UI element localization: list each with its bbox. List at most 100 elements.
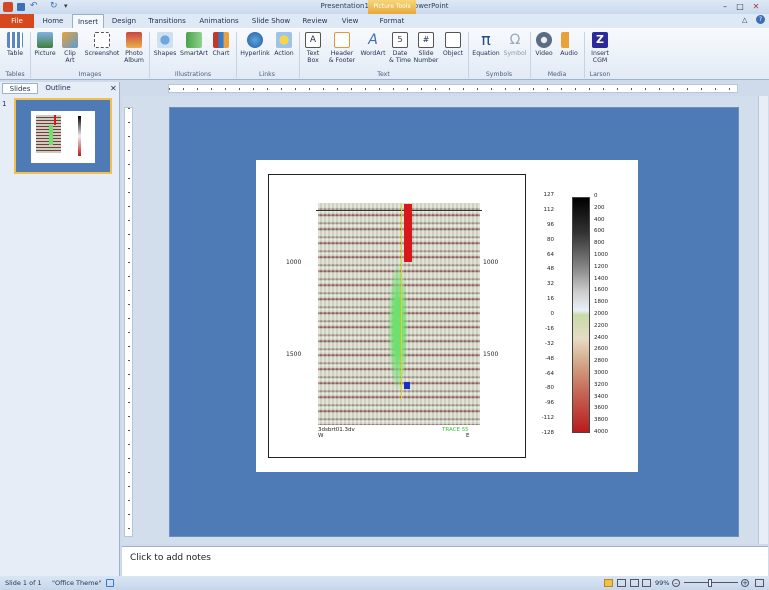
insert-cgm-button[interactable]: Z Insert CGM bbox=[587, 32, 613, 70]
tab-view[interactable]: View bbox=[336, 14, 364, 28]
colorbar-left-label-16: -128 bbox=[541, 430, 554, 436]
depth-label-left-1000: 1000 bbox=[286, 259, 302, 266]
slide-count: Slide 1 of 1 bbox=[5, 579, 42, 587]
colorbar-left-label-6: 32 bbox=[547, 281, 554, 288]
reading-view-icon[interactable] bbox=[630, 579, 639, 587]
symbol-button[interactable]: Ω Symbol bbox=[502, 32, 528, 70]
colorbar-right-label-1: 200 bbox=[594, 204, 605, 211]
direction-east: E bbox=[466, 433, 470, 439]
photo-album-icon bbox=[126, 32, 142, 48]
ribbon-separator bbox=[149, 32, 150, 78]
colorbar-right-scale: 0 200 400 600 800 1000 1200 1400 1600 1800 2000 220… bbox=[594, 193, 618, 435]
video-icon bbox=[536, 32, 552, 48]
help-icon[interactable]: ? bbox=[756, 15, 765, 24]
screenshot-icon bbox=[94, 32, 110, 48]
colorbar-right-label-3: 600 bbox=[594, 228, 605, 235]
smartart-button[interactable]: SmartArt bbox=[179, 32, 209, 70]
depth-label-right-1500: 1500 bbox=[483, 351, 499, 358]
minimize-icon[interactable]: – bbox=[719, 2, 731, 12]
colorbar-left-label-1: 112 bbox=[543, 206, 555, 213]
maximize-icon[interactable]: □ bbox=[734, 2, 746, 12]
tab-animations[interactable]: Animations bbox=[194, 14, 244, 28]
tab-file[interactable]: File bbox=[0, 14, 34, 28]
close-icon[interactable]: ✕ bbox=[750, 2, 762, 12]
photo-album-button[interactable]: Photo Album bbox=[121, 32, 147, 70]
table-button[interactable]: Table bbox=[2, 32, 28, 70]
zoom-in-icon[interactable]: + bbox=[741, 579, 749, 587]
tab-transitions[interactable]: Transitions bbox=[144, 14, 190, 28]
colorbar-right-label-12: 2400 bbox=[594, 334, 608, 341]
zoom-slider-thumb[interactable] bbox=[708, 579, 712, 587]
undo-icon[interactable]: ↶ bbox=[30, 1, 38, 11]
slide-number-label: 1 bbox=[2, 100, 7, 108]
table-icon bbox=[7, 32, 23, 48]
powerpoint-logo-icon[interactable] bbox=[3, 2, 13, 12]
picture-button[interactable]: Picture bbox=[33, 32, 57, 70]
status-bar: Slide 1 of 1 "Office Theme" 99% – + bbox=[0, 576, 769, 590]
colorbar-right-label-10: 2000 bbox=[594, 311, 608, 317]
colorbar-right-label-18: 3600 bbox=[594, 405, 608, 412]
spelling-icon[interactable] bbox=[106, 579, 114, 587]
clip-art-button[interactable]: Clip Art bbox=[58, 32, 82, 70]
zoom-level[interactable]: 99% bbox=[655, 576, 669, 590]
redo-icon[interactable]: ↻ bbox=[50, 1, 58, 11]
ribbon-separator bbox=[584, 32, 585, 78]
colorbar-right-label-4: 800 bbox=[594, 240, 605, 247]
normal-view-icon[interactable] bbox=[604, 579, 613, 587]
date-time-button[interactable]: 5 Date & Time bbox=[388, 32, 412, 70]
colorbar bbox=[572, 197, 590, 433]
text-box-button[interactable]: A Text Box bbox=[301, 32, 325, 70]
colorbar-left-label-10: -32 bbox=[545, 340, 554, 347]
colorbar-right-label-20: 4000 bbox=[594, 429, 608, 435]
tab-design[interactable]: Design bbox=[108, 14, 140, 28]
cgm-icon: Z bbox=[592, 32, 608, 48]
notes-pane[interactable]: Click to add notes bbox=[122, 546, 768, 576]
colorbar-left-label-5: 48 bbox=[547, 266, 554, 273]
header-footer-button[interactable]: Header & Footer bbox=[326, 32, 358, 70]
save-icon[interactable] bbox=[17, 3, 25, 11]
quick-access-dropdown-icon[interactable]: ▾ bbox=[64, 2, 68, 10]
collapse-ribbon-icon[interactable]: △ bbox=[742, 16, 747, 24]
colorbar-right-label-11: 2200 bbox=[594, 322, 608, 329]
shapes-icon bbox=[157, 32, 173, 48]
tab-review[interactable]: Review bbox=[298, 14, 332, 28]
fit-to-window-icon[interactable] bbox=[755, 579, 764, 587]
slide-sorter-icon[interactable] bbox=[617, 579, 626, 587]
direction-west: W bbox=[318, 433, 324, 439]
colorbar-left-label-14: -96 bbox=[545, 400, 554, 407]
tab-slides[interactable]: Slides bbox=[2, 83, 38, 94]
blue-marker bbox=[404, 382, 410, 389]
vertical-scrollbar[interactable] bbox=[758, 96, 768, 544]
group-larson: Larson bbox=[589, 71, 611, 78]
chart-button[interactable]: Chart bbox=[209, 32, 233, 70]
datetime-icon: 5 bbox=[392, 32, 408, 48]
red-log-track bbox=[404, 204, 412, 262]
colorbar-right-label-5: 1000 bbox=[594, 252, 608, 258]
colorbar-right-label-6: 1200 bbox=[594, 263, 608, 270]
tab-format[interactable]: Format bbox=[368, 14, 416, 28]
tab-home[interactable]: Home bbox=[38, 14, 68, 28]
equation-button[interactable]: π Equation bbox=[470, 32, 502, 70]
colorbar-right-label-2: 400 bbox=[594, 216, 605, 223]
wordart-icon: A bbox=[368, 32, 378, 48]
screenshot-button[interactable]: Screenshot bbox=[83, 32, 121, 70]
zoom-out-icon[interactable]: – bbox=[672, 579, 680, 587]
wordart-button[interactable]: A WordArt bbox=[358, 32, 388, 70]
action-button[interactable]: Action bbox=[272, 32, 296, 70]
video-button[interactable]: Video bbox=[532, 32, 556, 70]
colorbar-right-label-7: 1400 bbox=[594, 275, 608, 282]
tab-insert[interactable]: Insert bbox=[72, 14, 104, 28]
shapes-button[interactable]: Shapes bbox=[152, 32, 178, 70]
hyperlink-button[interactable]: Hyperlink bbox=[238, 32, 272, 70]
slide-show-icon[interactable] bbox=[642, 579, 651, 587]
tab-outline[interactable]: Outline bbox=[40, 83, 76, 94]
audio-button[interactable]: Audio bbox=[557, 32, 581, 70]
theme-name: "Office Theme" bbox=[52, 579, 102, 587]
slide-number-button[interactable]: # Slide Number bbox=[412, 32, 440, 70]
picture-icon bbox=[37, 32, 53, 48]
close-pane-icon[interactable]: ✕ bbox=[110, 84, 117, 93]
object-button[interactable]: Object bbox=[440, 32, 466, 70]
trace-label: TRACE 55 bbox=[442, 427, 469, 433]
tab-slide-show[interactable]: Slide Show bbox=[248, 14, 294, 28]
colorbar-right-label-16: 3200 bbox=[594, 381, 608, 388]
